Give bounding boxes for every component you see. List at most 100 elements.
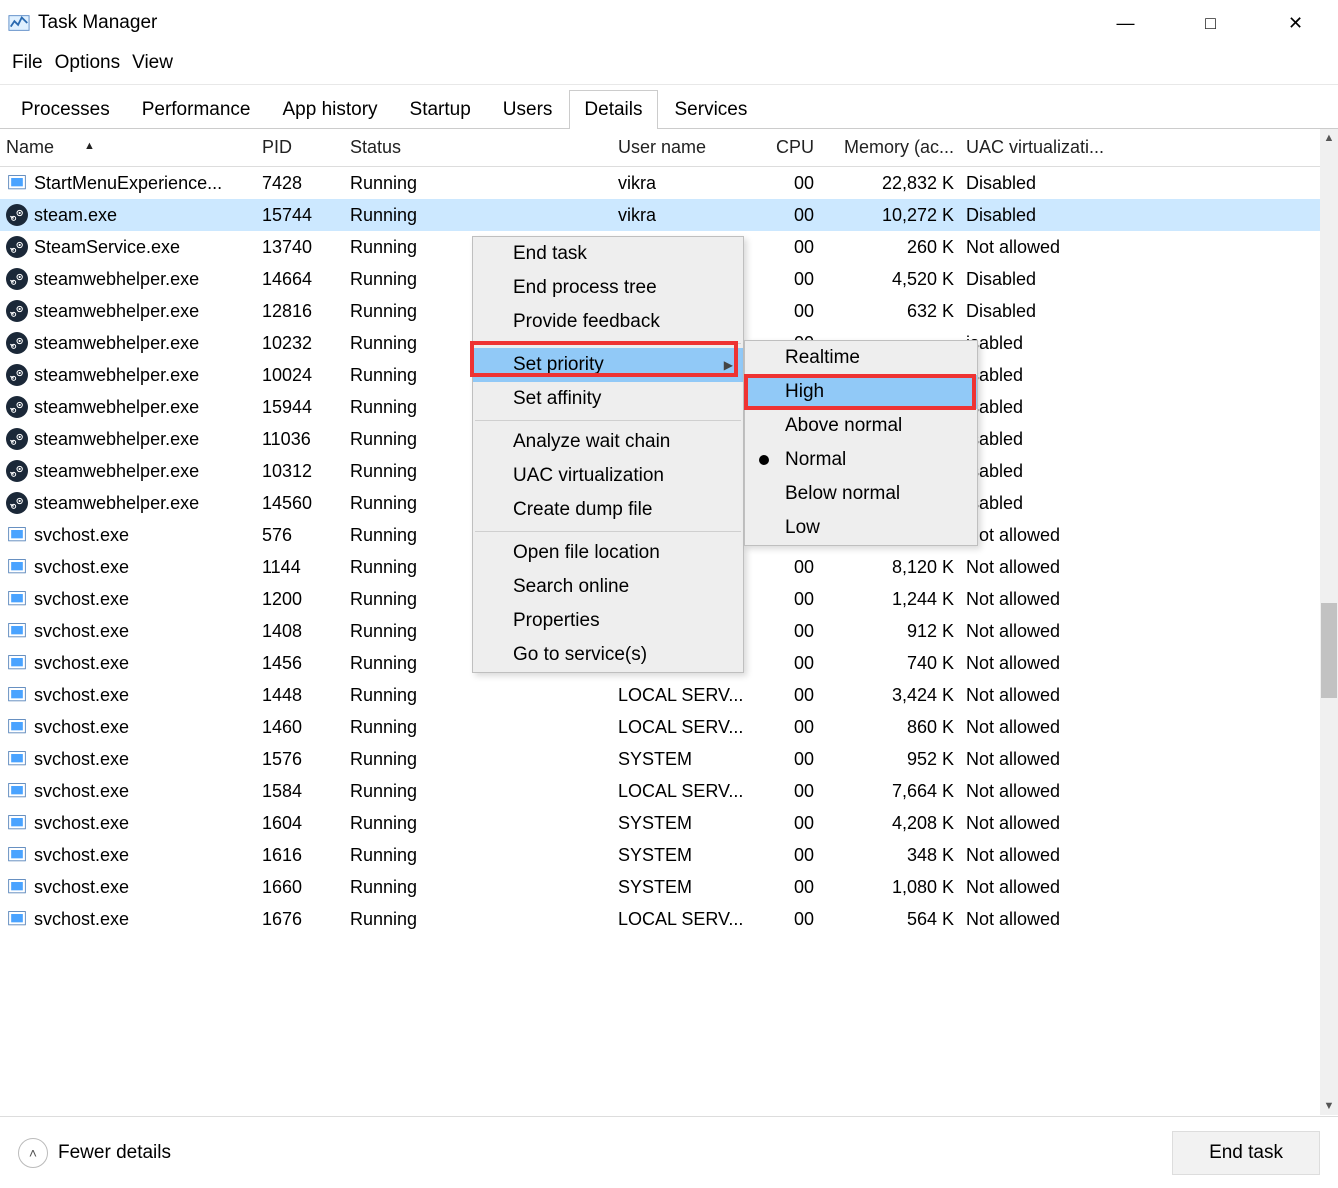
user-cell: SYSTEM [612,745,754,774]
tab-users[interactable]: Users [488,90,568,129]
cpu-cell: 00 [754,201,820,230]
process-icon [6,812,28,834]
scroll-thumb[interactable] [1321,603,1337,698]
uac-cell: Not allowed [960,777,1320,806]
uac-cell: Not allowed [960,585,1320,614]
process-name: steamwebhelper.exe [34,461,199,482]
minimize-button[interactable]: — [1083,0,1168,46]
pid-cell: 14664 [256,265,344,294]
memory-cell: 8,120 K [820,553,960,582]
memory-cell: 740 K [820,649,960,678]
pid-cell: 1584 [256,777,344,806]
process-name: StartMenuExperience... [34,173,222,194]
end-task-button[interactable]: End task [1172,1131,1320,1175]
tab-services[interactable]: Services [660,90,763,129]
status-cell: Running [344,905,612,934]
user-cell: SYSTEM [612,809,754,838]
priority-above-normal[interactable]: Above normal [745,409,977,443]
col-cpu[interactable]: CPU [754,133,820,162]
process-name: svchost.exe [34,621,129,642]
tab-app-history[interactable]: App history [267,90,392,129]
ctx-item-end-task[interactable]: End task [473,237,743,271]
fewer-details-toggle[interactable]: ˄ Fewer details [18,1138,171,1168]
cpu-cell: 00 [754,553,820,582]
close-button[interactable]: ✕ [1253,0,1338,46]
process-name: svchost.exe [34,845,129,866]
memory-cell: 860 K [820,713,960,742]
cpu-cell: 00 [754,585,820,614]
scroll-down-icon[interactable]: ▼ [1320,1097,1338,1115]
col-name[interactable]: Name ▲ [0,133,256,162]
table-row[interactable]: StartMenuExperience...7428Runningvikra00… [0,167,1338,199]
table-row[interactable]: svchost.exe1616RunningSYSTEM00348 KNot a… [0,839,1338,871]
ctx-item-create-dump-file[interactable]: Create dump file [473,493,743,527]
tab-performance[interactable]: Performance [127,90,266,129]
menu-file[interactable]: File [8,50,47,76]
table-row[interactable]: svchost.exe1676RunningLOCAL SERV...00564… [0,903,1338,935]
col-uac[interactable]: UAC virtualizati... [960,133,1320,162]
scroll-up-icon[interactable]: ▲ [1320,129,1338,147]
process-name: steamwebhelper.exe [34,365,199,386]
ctx-item-open-file-location[interactable]: Open file location [473,536,743,570]
pid-cell: 1660 [256,873,344,902]
uac-cell: isabled [960,393,1320,422]
sort-asc-icon: ▲ [84,140,95,152]
ctx-item-go-to-service-s-[interactable]: Go to service(s) [473,638,743,672]
table-row[interactable]: svchost.exe1576RunningSYSTEM00952 KNot a… [0,743,1338,775]
menu-view[interactable]: View [128,50,177,76]
status-cell: Running [344,777,612,806]
table-row[interactable]: steam.exe15744Runningvikra0010,272 KDisa… [0,199,1338,231]
uac-cell: isabled [960,489,1320,518]
table-row[interactable]: svchost.exe1460RunningLOCAL SERV...00860… [0,711,1338,743]
memory-cell: 632 K [820,297,960,326]
process-icon [6,780,28,802]
maximize-button[interactable]: □ [1168,0,1253,46]
process-name: svchost.exe [34,653,129,674]
ctx-item-search-online[interactable]: Search online [473,570,743,604]
col-status[interactable]: Status [344,133,612,162]
uac-cell: Disabled [960,201,1320,230]
pid-cell: 12816 [256,297,344,326]
pid-cell: 11036 [256,425,344,454]
memory-cell: 912 K [820,617,960,646]
pid-cell: 1676 [256,905,344,934]
col-pid[interactable]: PID [256,133,344,162]
process-name: steamwebhelper.exe [34,301,199,322]
user-cell: vikra [612,201,754,230]
menu-options[interactable]: Options [51,50,124,76]
table-row[interactable]: svchost.exe1660RunningSYSTEM001,080 KNot… [0,871,1338,903]
steam-icon [6,460,28,482]
ctx-item-properties[interactable]: Properties [473,604,743,638]
cpu-cell: 00 [754,681,820,710]
priority-below-normal[interactable]: Below normal [745,477,977,511]
priority-high[interactable]: High [745,375,977,409]
steam-icon [6,268,28,290]
ctx-item-set-priority[interactable]: Set priority▶ [473,348,743,382]
vertical-scrollbar[interactable]: ▲ ▼ [1320,129,1338,1115]
tab-details[interactable]: Details [569,90,657,129]
ctx-item-set-affinity[interactable]: Set affinity [473,382,743,416]
table-row[interactable]: svchost.exe1604RunningSYSTEM004,208 KNot… [0,807,1338,839]
tab-startup[interactable]: Startup [395,90,486,129]
process-name: svchost.exe [34,909,129,930]
pid-cell: 576 [256,521,344,550]
steam-icon [6,332,28,354]
uac-cell: Not allowed [960,233,1320,262]
ctx-item-analyze-wait-chain[interactable]: Analyze wait chain [473,425,743,459]
ctx-item-uac-virtualization[interactable]: UAC virtualization [473,459,743,493]
ctx-item-end-process-tree[interactable]: End process tree [473,271,743,305]
col-memory[interactable]: Memory (ac... [820,133,960,162]
steam-icon [6,396,28,418]
cpu-cell: 00 [754,713,820,742]
table-row[interactable]: svchost.exe1448RunningLOCAL SERV...003,4… [0,679,1338,711]
priority-realtime[interactable]: Realtime [745,341,977,375]
ctx-item-provide-feedback[interactable]: Provide feedback [473,305,743,339]
table-row[interactable]: svchost.exe1584RunningLOCAL SERV...007,6… [0,775,1338,807]
cpu-cell: 00 [754,233,820,262]
status-cell: Running [344,713,612,742]
col-user[interactable]: User name [612,133,754,162]
tab-processes[interactable]: Processes [6,90,125,129]
priority-low[interactable]: Low [745,511,977,545]
uac-cell: Not allowed [960,745,1320,774]
priority-normal[interactable]: Normal [745,443,977,477]
